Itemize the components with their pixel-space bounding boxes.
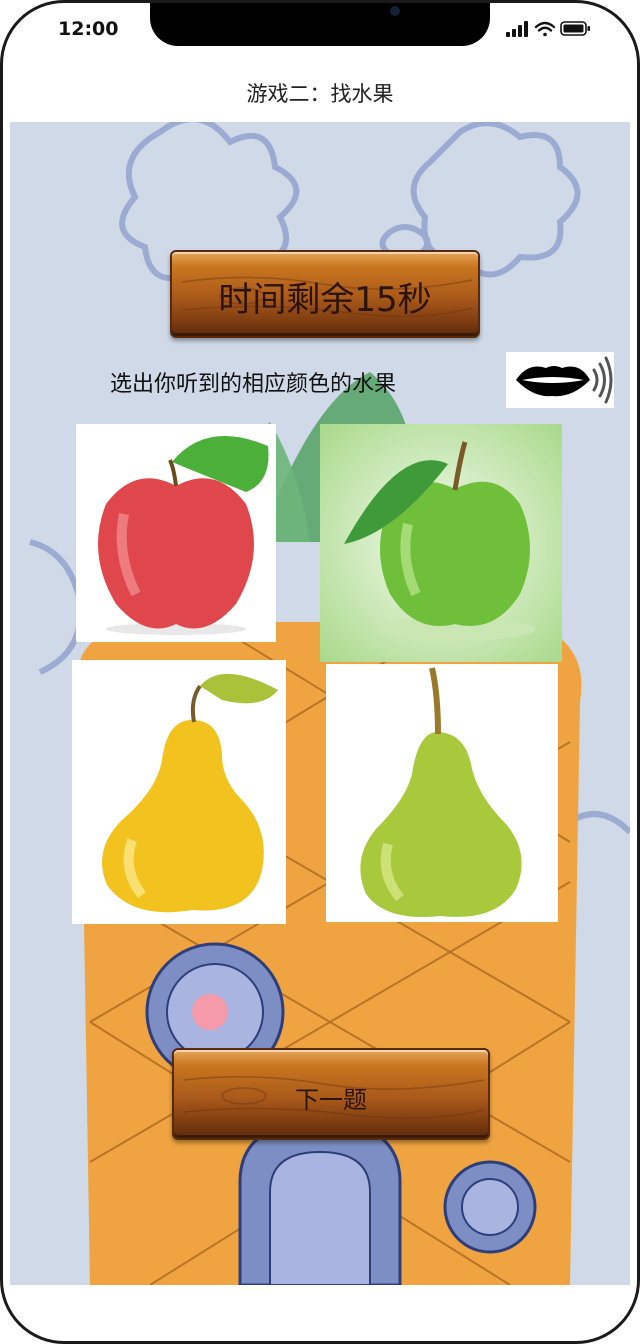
front-camera	[390, 6, 400, 16]
fruit-option-red-apple[interactable]	[76, 424, 276, 642]
play-sound-button[interactable]	[506, 352, 614, 408]
fruit-option-green-pear[interactable]	[326, 664, 558, 922]
next-question-label: 下一题	[295, 1086, 367, 1114]
battery-icon	[560, 21, 590, 36]
status-time: 12:00	[58, 18, 119, 40]
instruction-text: 选出你听到的相应颜色的水果	[110, 372, 397, 397]
phone-screen: 12:00 游戏二：找水果 时间剩余15秒 选出你听到的相应颜色的水果 下一题	[0, 0, 640, 1344]
status-icons-graphic	[506, 21, 590, 37]
timer-badge: 时间剩余15秒	[170, 250, 480, 338]
green-apple-image	[320, 424, 562, 662]
mouth-sound-icon	[516, 356, 613, 404]
status-icons	[506, 20, 592, 38]
signal-icon	[506, 21, 528, 37]
red-apple-image	[98, 436, 269, 635]
yellow-pear-image	[102, 673, 278, 913]
fruit-option-yellow-pear[interactable]	[72, 660, 286, 924]
phone-notch	[150, 0, 490, 46]
wifi-icon	[534, 21, 556, 37]
timer-label: 时间剩余15秒	[218, 280, 432, 320]
page-title: 游戏二：找水果	[246, 82, 394, 106]
game-stage: 时间剩余15秒 选出你听到的相应颜色的水果 下一题	[10, 122, 630, 1285]
nav-bar: 游戏二：找水果	[0, 60, 640, 122]
green-pear-image	[360, 667, 522, 918]
next-question-button[interactable]: 下一题	[172, 1048, 490, 1140]
fruit-option-green-apple[interactable]	[320, 424, 562, 662]
